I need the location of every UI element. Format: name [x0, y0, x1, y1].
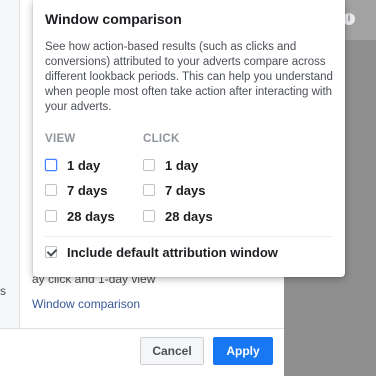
default-attribution-checkbox[interactable]	[45, 246, 57, 258]
click-7-days-option[interactable]: 7 days	[143, 181, 205, 199]
default-attribution-label: Include default attribution window	[67, 244, 278, 260]
cancel-button[interactable]: Cancel	[140, 337, 204, 365]
view-1-day-option[interactable]: 1 day	[45, 156, 100, 174]
view-28-days-label: 28 days	[67, 208, 115, 224]
view-28-days-checkbox[interactable]	[45, 210, 57, 222]
left-panel-strip	[0, 0, 20, 328]
popover-title: Window comparison	[45, 11, 182, 27]
click-column-header: CLICK	[143, 133, 180, 145]
left-panel-text: s	[0, 284, 6, 298]
window-comparison-popover: Window comparison See how action-based r…	[33, 0, 345, 277]
click-28-days-option[interactable]: 28 days	[143, 207, 213, 225]
view-7-days-option[interactable]: 7 days	[45, 181, 107, 199]
click-28-days-checkbox[interactable]	[143, 210, 155, 222]
click-1-day-label: 1 day	[165, 157, 199, 173]
view-column-header: VIEW	[45, 133, 76, 145]
window-comparison-link[interactable]: Window comparison	[32, 297, 140, 311]
apply-button[interactable]: Apply	[213, 337, 273, 365]
click-28-days-label: 28 days	[165, 208, 213, 224]
click-1-day-checkbox[interactable]	[143, 159, 155, 171]
popover-description: See how action-based results (such as cl…	[45, 41, 333, 113]
popover-divider	[45, 236, 333, 237]
view-1-day-label: 1 day	[67, 157, 101, 173]
click-7-days-checkbox[interactable]	[143, 184, 155, 196]
view-1-day-checkbox[interactable]	[45, 159, 57, 171]
view-7-days-checkbox[interactable]	[45, 184, 57, 196]
click-1-day-option[interactable]: 1 day	[143, 156, 198, 174]
view-7-days-label: 7 days	[67, 182, 108, 198]
default-attribution-option[interactable]: Include default attribution window	[45, 243, 278, 261]
click-7-days-label: 7 days	[165, 182, 206, 198]
view-28-days-option[interactable]: 28 days	[45, 207, 115, 225]
